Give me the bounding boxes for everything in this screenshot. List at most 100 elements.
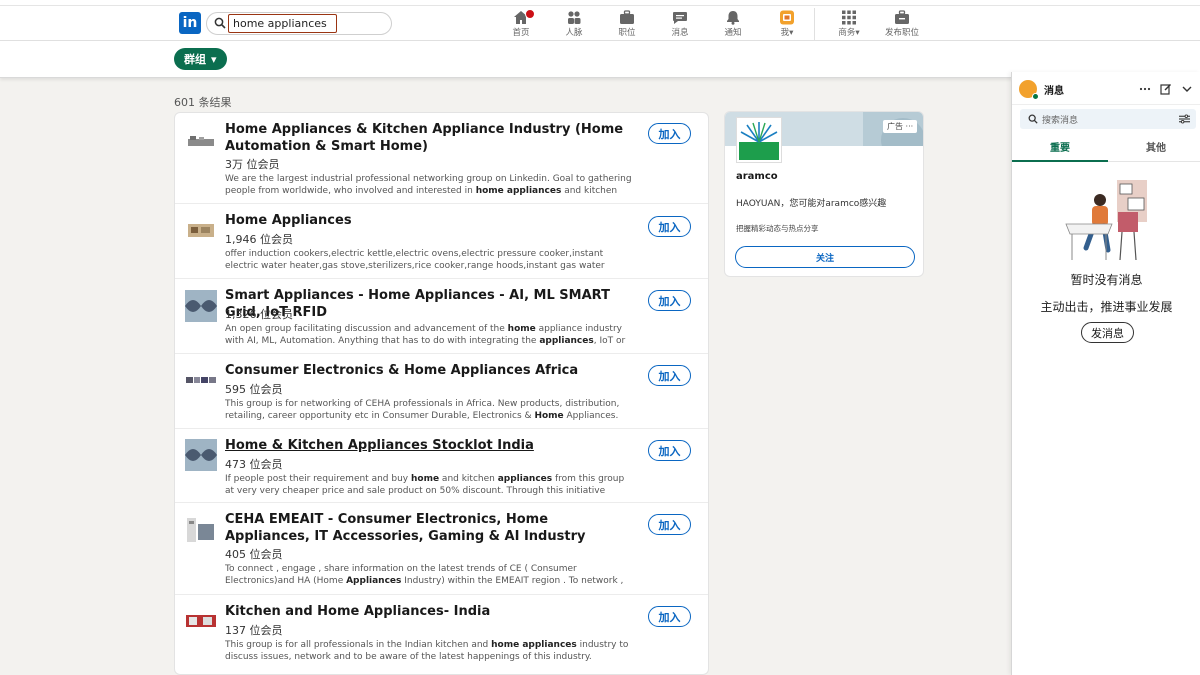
aramco-logo-icon[interactable]: [736, 117, 782, 163]
ad-card: 广告 ··· aramco HAOYUAN，您可能对aramco感兴趣 把握精彩…: [724, 111, 924, 277]
nav-me[interactable]: 我▾: [762, 10, 812, 40]
nav-messaging-label: 消息: [671, 28, 689, 38]
group-members: 3万 位会员: [225, 158, 280, 171]
group-title[interactable]: Kitchen and Home Appliances- India: [225, 603, 635, 620]
messaging-title[interactable]: 消息: [1044, 82, 1064, 97]
network-icon: [568, 11, 581, 24]
group-description: This group is for networking of CEHA pro…: [225, 399, 620, 421]
join-button[interactable]: 加入: [648, 365, 691, 386]
group-logo-icon: [185, 439, 217, 471]
grid-icon: [842, 10, 856, 25]
chevron-down-icon: ▾: [855, 28, 860, 38]
group-title[interactable]: Home Appliances: [225, 212, 635, 229]
group-members: 137 位会员: [225, 624, 283, 637]
messaging-icon: [673, 12, 687, 24]
chevron-down-icon[interactable]: [1181, 83, 1193, 95]
group-members: 473 位会员: [225, 458, 283, 471]
nav-home-label: 首页: [512, 28, 530, 38]
group-logo-icon: [185, 514, 217, 546]
nav-divider: [814, 8, 815, 40]
empty-state-subtitle: 主动出击，推进事业发展: [1040, 300, 1173, 314]
nav-messaging[interactable]: 消息: [655, 10, 705, 40]
nav-jobs-label: 职位: [618, 28, 636, 38]
tab-focused[interactable]: 重要: [1012, 136, 1108, 162]
nav-network-label: 人脉: [565, 28, 583, 38]
notification-badge: [525, 9, 535, 19]
group-description: This group is for all professionals in t…: [225, 640, 629, 662]
join-button[interactable]: 加入: [648, 440, 691, 461]
groups-filter-button[interactable]: 群组 ▾: [174, 48, 227, 70]
list-item[interactable]: Home Appliances 1,946 位会员 offer inductio…: [175, 204, 708, 279]
join-button[interactable]: 加入: [648, 514, 691, 535]
list-item[interactable]: Kitchen and Home Appliances- India 137 位…: [175, 595, 708, 674]
messaging-header[interactable]: 消息: [1012, 72, 1200, 105]
search-placeholder: 搜索消息: [1042, 116, 1079, 126]
nav-business-label: 商务▾: [838, 28, 860, 38]
global-nav: in 首页 人脉 职位 消息 通知 我▾ 商务▾ 发布职位: [0, 6, 1200, 41]
group-description: To connect , engage , share information …: [225, 564, 624, 586]
messaging-panel: 消息 搜索消息 重要 其他 暂时没有消息 主动出击，推进事业发展 发消息: [1011, 72, 1200, 675]
send-message-button[interactable]: 发消息: [1081, 322, 1134, 343]
more-options-icon[interactable]: [1139, 83, 1151, 95]
group-description: offer induction cookers,electric kettle,…: [225, 249, 605, 271]
group-logo-icon: [185, 290, 217, 322]
filter-icon[interactable]: [1179, 114, 1190, 124]
nav-post-job[interactable]: 发布职位: [877, 10, 927, 40]
group-logo-icon: [185, 214, 217, 246]
ad-headline: HAOYUAN，您可能对aramco感兴趣: [736, 199, 887, 209]
join-button[interactable]: 加入: [648, 216, 691, 237]
group-members: 1,326 位会员: [225, 308, 293, 321]
group-logo-icon: [185, 605, 217, 637]
post-job-icon: [895, 10, 909, 24]
bell-icon: [727, 11, 739, 25]
list-item[interactable]: Consumer Electronics & Home Appliances A…: [175, 354, 708, 429]
nav-me-label: 我▾: [780, 28, 794, 38]
nav-post-job-label: 发布职位: [884, 28, 919, 38]
empty-state-illustration: [1065, 180, 1147, 261]
more-options-icon[interactable]: ···: [906, 122, 914, 131]
group-title[interactable]: Consumer Electronics & Home Appliances A…: [225, 362, 635, 379]
search-icon: [214, 17, 226, 29]
message-search-input[interactable]: 搜索消息: [1020, 109, 1196, 129]
group-title[interactable]: CEHA EMEAIT - Consumer Electronics, Home…: [225, 511, 635, 545]
ad-company-name[interactable]: aramco: [736, 171, 778, 182]
join-button[interactable]: 加入: [648, 290, 691, 311]
group-description: We are the largest industrial profession…: [225, 174, 632, 196]
tab-other[interactable]: 其他: [1108, 136, 1200, 162]
group-description: An open group facilitating discussion an…: [225, 324, 626, 346]
jobs-icon: [620, 10, 634, 24]
linkedin-logo-icon[interactable]: in: [179, 12, 201, 34]
list-item[interactable]: CEHA EMEAIT - Consumer Electronics, Home…: [175, 503, 708, 595]
group-members: 1,946 位会员: [225, 233, 293, 246]
ad-subtext: 把握精彩动态与热点分享: [736, 224, 819, 233]
list-item[interactable]: Home Appliances & Kitchen Appliance Indu…: [175, 113, 708, 204]
nav-business[interactable]: 商务▾: [824, 10, 874, 40]
join-button[interactable]: 加入: [648, 123, 691, 144]
chevron-down-icon: ▾: [789, 28, 794, 38]
me-avatar-icon: [780, 10, 794, 25]
compose-icon[interactable]: [1160, 83, 1172, 95]
groups-filter-label: 群组: [184, 53, 206, 66]
nav-home[interactable]: 首页: [496, 9, 546, 40]
follow-button[interactable]: 关注: [735, 246, 915, 268]
group-title[interactable]: Home & Kitchen Appliances Stocklot India: [225, 437, 635, 454]
group-title[interactable]: Home Appliances & Kitchen Appliance Indu…: [225, 121, 635, 155]
results-list: Home Appliances & Kitchen Appliance Indu…: [174, 112, 709, 675]
group-logo-icon: [185, 125, 217, 157]
search-icon: [1028, 114, 1038, 124]
group-logo-icon: [185, 364, 217, 396]
search-box[interactable]: [206, 12, 392, 35]
nav-jobs[interactable]: 职位: [602, 10, 652, 40]
list-item[interactable]: Smart Appliances - Home Appliances - AI,…: [175, 279, 708, 354]
group-members: 405 位会员: [225, 548, 283, 561]
nav-notifications-label: 通知: [724, 28, 742, 38]
search-input[interactable]: [228, 14, 337, 33]
join-button[interactable]: 加入: [648, 606, 691, 627]
ad-label[interactable]: 广告 ···: [883, 120, 918, 133]
empty-state-title: 暂时没有消息: [1070, 273, 1143, 287]
list-item[interactable]: Home & Kitchen Appliances Stocklot India…: [175, 429, 708, 503]
nav-network[interactable]: 人脉: [549, 10, 599, 40]
group-description: If people post their requirement and buy…: [225, 474, 625, 496]
nav-notifications[interactable]: 通知: [708, 10, 758, 40]
caret-down-icon: ▾: [211, 52, 217, 66]
